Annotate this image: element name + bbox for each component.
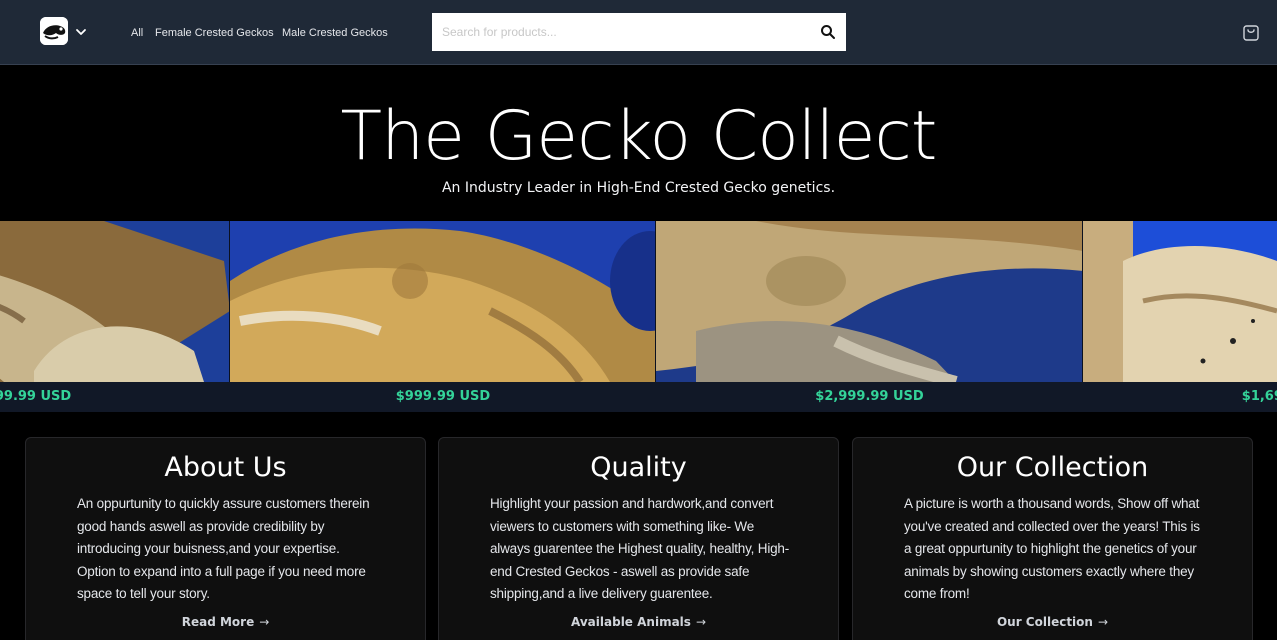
product-price: $1,999.99 USD xyxy=(0,389,72,404)
chevron-down-icon[interactable] xyxy=(74,24,88,38)
gecko-logo-icon[interactable] xyxy=(40,17,68,45)
search-icon[interactable] xyxy=(820,24,836,40)
read-more-link[interactable]: Read More → xyxy=(26,615,425,629)
arrow-right-icon: → xyxy=(259,615,270,629)
nav-link-female-crested-geckos[interactable]: Female Crested Geckos xyxy=(155,27,274,39)
arrow-right-icon: → xyxy=(695,615,706,629)
product-card[interactable]: $999.99 USD xyxy=(230,221,656,412)
search-form xyxy=(432,13,846,51)
shopping-bag-icon[interactable] xyxy=(1241,23,1261,43)
hero-title: The Gecko Collect xyxy=(340,97,938,176)
product-price: $999.99 USD xyxy=(395,389,491,404)
product-card[interactable]: $2,999.99 USD xyxy=(656,221,1083,412)
card-title: Our Collection xyxy=(956,452,1149,483)
card-title: About Us xyxy=(164,452,287,483)
product-price: $1,699.99 USD xyxy=(1241,389,1277,404)
nav-link-male-crested-geckos[interactable]: Male Crested Geckos xyxy=(282,27,388,39)
search-input[interactable] xyxy=(432,13,812,51)
available-animals-link[interactable]: Available Animals → xyxy=(439,615,838,629)
link-label: Available Animals xyxy=(571,615,691,629)
about-us-card: About Us An oppurtunity to quickly assur… xyxy=(25,437,426,640)
link-label: Read More xyxy=(181,615,255,629)
product-card[interactable]: $1,999.99 USD xyxy=(0,221,230,412)
link-label: Our Collection xyxy=(996,615,1093,629)
gecko-photo[interactable] xyxy=(1083,221,1277,382)
arrow-right-icon: → xyxy=(1097,615,1109,629)
product-price: $2,999.99 USD xyxy=(815,389,924,404)
our-collection-card: Our Collection A picture is worth a thou… xyxy=(852,437,1253,640)
card-body: A picture is worth a thousand words, Sho… xyxy=(904,496,1200,601)
card-body: An oppurtunity to quickly assure custome… xyxy=(77,496,370,601)
gecko-photo[interactable] xyxy=(0,221,230,382)
gecko-photo[interactable] xyxy=(656,221,1083,382)
quality-card: Quality Highlight your passion and hardw… xyxy=(438,437,839,640)
nav-link-all[interactable]: All xyxy=(131,27,143,39)
site-header: All Female Crested Geckos Male Crested G… xyxy=(0,0,1277,65)
gecko-photo[interactable] xyxy=(230,221,656,382)
card-body: Highlight your passion and hardwork,and … xyxy=(490,496,790,601)
hero-subtitle: An Industry Leader in High-End Crested G… xyxy=(441,180,836,196)
our-collection-link[interactable]: Our Collection → xyxy=(853,615,1252,629)
product-carousel: $1,999.99 USD $999.99 USD xyxy=(0,221,1277,412)
product-card[interactable]: $1,699.99 USD xyxy=(1083,221,1277,412)
card-title: Quality xyxy=(590,452,687,483)
